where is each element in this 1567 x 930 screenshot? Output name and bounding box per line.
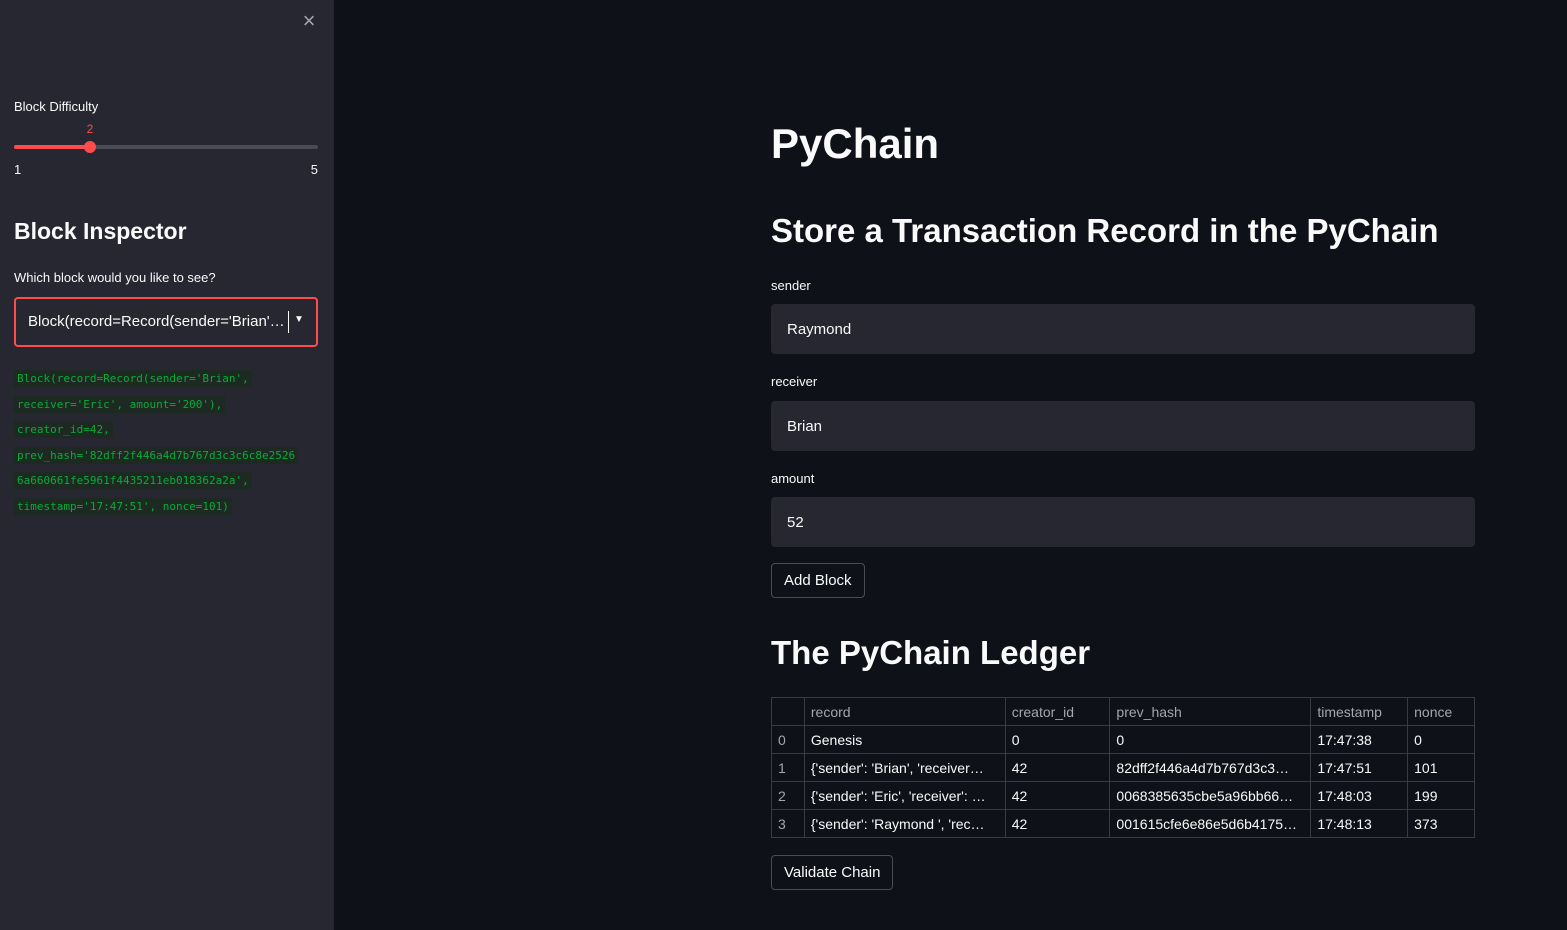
- page-title: PyChain: [771, 120, 940, 167]
- column-header-nonce[interactable]: nonce: [1407, 697, 1475, 726]
- cell-prev-hash[interactable]: 0: [1109, 725, 1312, 754]
- slider-thumb[interactable]: [84, 141, 96, 153]
- cell-timestamp[interactable]: 17:47:51: [1310, 753, 1409, 782]
- column-header-prev-hash[interactable]: prev_hash: [1109, 697, 1312, 726]
- row-index: 0: [771, 725, 805, 754]
- receiver-label: receiver: [771, 374, 818, 389]
- table-header-row: record creator_id prev_hash timestamp no…: [771, 697, 1475, 726]
- cell-prev-hash[interactable]: 82dff2f446a4d7b767d3c3…: [1109, 753, 1312, 782]
- cell-timestamp[interactable]: 17:48:13: [1310, 809, 1409, 838]
- code-line: receiver='Eric', amount='200'),: [14, 392, 319, 418]
- ledger-table: record creator_id prev_hash timestamp no…: [771, 697, 1475, 838]
- cell-prev-hash[interactable]: 0068385635cbe5a96bb66…: [1109, 781, 1312, 810]
- row-index: 2: [771, 781, 805, 810]
- cell-creator-id[interactable]: 42: [1004, 753, 1111, 782]
- cell-timestamp[interactable]: 17:48:03: [1310, 781, 1409, 810]
- cell-prev-hash[interactable]: 001615cfe6e86e5d6b4175…: [1109, 809, 1312, 838]
- block-select[interactable]: Block(record=Record(sender='Brian', rece…: [14, 297, 318, 347]
- code-line: timestamp='17:47:51', nonce=101): [14, 494, 319, 520]
- add-block-button[interactable]: Add Block: [771, 563, 865, 598]
- code-line: 6a660661fe5961f4435211eb018362a2a',: [14, 468, 319, 494]
- text-cursor: [288, 311, 289, 333]
- table-row: 0 Genesis 0 0 17:47:38 0: [771, 725, 1475, 754]
- cell-creator-id[interactable]: 42: [1004, 809, 1111, 838]
- column-header-index[interactable]: [771, 697, 805, 726]
- block-select-value: Block(record=Record(sender='Brian', rece…: [28, 313, 286, 330]
- sender-input[interactable]: [771, 304, 1475, 354]
- cell-record[interactable]: {'sender': 'Raymond ', 'rec…: [803, 809, 1006, 838]
- chevron-down-icon: ▼: [294, 314, 304, 325]
- row-index: 3: [771, 809, 805, 838]
- slider-min: 1: [14, 162, 22, 177]
- row-index: 1: [771, 753, 805, 782]
- column-header-record[interactable]: record: [803, 697, 1006, 726]
- main-content: PyChain Store a Transaction Record in th…: [334, 0, 1567, 930]
- table-row: 1 {'sender': 'Brian', 'receiver… 42 82df…: [771, 753, 1475, 782]
- code-line: Block(record=Record(sender='Brian',: [14, 366, 319, 392]
- code-line: creator_id=42,: [14, 417, 319, 443]
- slider-max: 5: [310, 162, 318, 177]
- sidebar: × Block Difficulty 2 1 5 Block Inspector…: [0, 0, 334, 930]
- cell-nonce[interactable]: 199: [1407, 781, 1475, 810]
- receiver-input[interactable]: [771, 401, 1475, 451]
- cell-nonce[interactable]: 101: [1407, 753, 1475, 782]
- cell-nonce[interactable]: 0: [1407, 725, 1475, 754]
- store-transaction-heading: Store a Transaction Record in the PyChai…: [771, 212, 1439, 249]
- cell-record[interactable]: {'sender': 'Brian', 'receiver…: [803, 753, 1006, 782]
- amount-label: amount: [771, 471, 815, 486]
- validate-chain-button[interactable]: Validate Chain: [771, 855, 894, 890]
- cell-record[interactable]: {'sender': 'Eric', 'receiver': …: [803, 781, 1006, 810]
- cell-nonce[interactable]: 373: [1407, 809, 1475, 838]
- block-inspector-title: Block Inspector: [14, 218, 187, 244]
- table-row: 2 {'sender': 'Eric', 'receiver': … 42 00…: [771, 781, 1475, 810]
- block-code-output: Block(record=Record(sender='Brian', rece…: [14, 366, 319, 520]
- close-icon[interactable]: ×: [298, 10, 320, 32]
- sender-label: sender: [771, 278, 811, 293]
- ledger-heading: The PyChain Ledger: [771, 634, 1091, 671]
- cell-timestamp[interactable]: 17:47:38: [1310, 725, 1409, 754]
- cell-creator-id[interactable]: 42: [1004, 781, 1111, 810]
- slider-fill: [14, 145, 90, 149]
- column-header-creator-id[interactable]: creator_id: [1004, 697, 1111, 726]
- amount-input[interactable]: [771, 497, 1475, 547]
- code-line: prev_hash='82dff2f446a4d7b767d3c3c6c8e25…: [14, 443, 319, 469]
- slider-label: Block Difficulty: [14, 99, 99, 114]
- column-header-timestamp[interactable]: timestamp: [1310, 697, 1409, 726]
- cell-creator-id[interactable]: 0: [1004, 725, 1111, 754]
- difficulty-slider[interactable]: [14, 141, 318, 153]
- cell-record[interactable]: Genesis: [803, 725, 1006, 754]
- table-row: 3 {'sender': 'Raymond ', 'rec… 42 001615…: [771, 809, 1475, 838]
- block-select-label: Which block would you like to see?: [14, 270, 216, 285]
- slider-value: 2: [86, 122, 94, 136]
